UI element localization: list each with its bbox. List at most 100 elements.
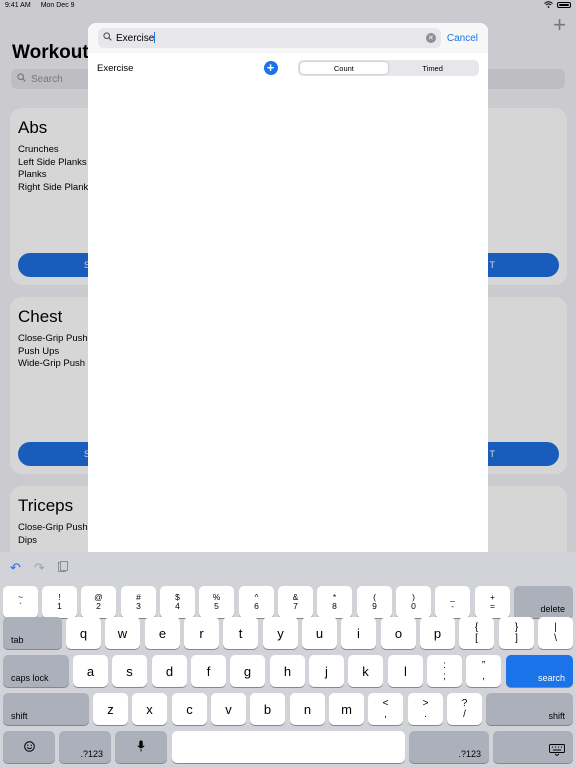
key[interactable]: v xyxy=(211,693,246,725)
key[interactable]: <, xyxy=(368,693,403,725)
key[interactable]: c xyxy=(172,693,207,725)
key-bottom: ` xyxy=(19,601,22,611)
key-bottom: 0 xyxy=(411,601,416,611)
key-bottom: 1 xyxy=(57,601,62,611)
software-keyboard: ↶ ↷ ~ ` ! 1 @2 #3 $4 % 5 ^ 6 & 7 * 8 (9 ) 0 _ - … xyxy=(0,552,576,768)
key[interactable]: ) 0 xyxy=(396,586,431,618)
key[interactable]: f xyxy=(191,655,226,687)
add-workout-button[interactable]: + xyxy=(553,12,566,38)
key[interactable]: {[ xyxy=(459,617,494,649)
key-bottom: 4 xyxy=(175,601,180,611)
key[interactable]: h xyxy=(270,655,305,687)
undo-icon[interactable]: ↶ xyxy=(10,560,21,576)
new-exercise-row: Exercise + Count Timed xyxy=(88,53,488,83)
dismiss-keyboard-key[interactable] xyxy=(493,731,573,763)
key-bottom: 3 xyxy=(136,601,141,611)
key[interactable]: i xyxy=(341,617,376,649)
type-segmented-control[interactable]: Count Timed xyxy=(297,60,479,76)
key[interactable]: e xyxy=(145,617,180,649)
emoji-key[interactable] xyxy=(3,731,55,763)
key[interactable]: >. xyxy=(408,693,443,725)
key-bottom: - xyxy=(451,601,454,611)
shift-right-key[interactable]: shift xyxy=(486,693,573,725)
key-bottom: \ xyxy=(554,633,557,644)
key[interactable]: y xyxy=(263,617,298,649)
numbers-key-right[interactable]: .?123 xyxy=(409,731,489,763)
key[interactable]: l xyxy=(388,655,423,687)
key[interactable]: ”, xyxy=(466,655,501,687)
key[interactable]: b xyxy=(250,693,285,725)
segment-count[interactable]: Count xyxy=(299,62,389,74)
key-bottom: 9 xyxy=(372,601,377,611)
cancel-button[interactable]: Cancel xyxy=(447,33,478,44)
key[interactable]: x xyxy=(132,693,167,725)
key[interactable]: j xyxy=(309,655,344,687)
key[interactable]: a xyxy=(73,655,108,687)
key[interactable]: :; xyxy=(427,655,462,687)
key[interactable]: n xyxy=(290,693,325,725)
delete-key[interactable]: delete xyxy=(514,586,573,618)
keyboard-row-bottom: .?123 .?123 xyxy=(0,731,576,763)
key[interactable]: }] xyxy=(499,617,534,649)
key-top: ” xyxy=(481,660,486,671)
clear-icon[interactable]: ✕ xyxy=(425,33,436,43)
dictation-key[interactable] xyxy=(115,731,167,763)
key[interactable]: t xyxy=(223,617,258,649)
key[interactable]: ~ ` xyxy=(3,586,38,618)
exercise-picker-sheet: Exercise ✕ Cancel Exercise + Count Timed xyxy=(88,23,488,563)
search-key[interactable]: search xyxy=(506,655,573,687)
key[interactable]: g xyxy=(230,655,265,687)
search-icon xyxy=(103,32,112,44)
key-top: { xyxy=(474,622,479,633)
key[interactable]: s xyxy=(112,655,147,687)
status-bar: 9:41 AM Mon Dec 9 xyxy=(0,0,576,10)
key[interactable]: p xyxy=(420,617,455,649)
shift-left-key[interactable]: shift xyxy=(3,693,89,725)
keyboard-toolbar: ↶ ↷ xyxy=(0,552,576,584)
key-bottom: 8 xyxy=(332,601,337,611)
paste-icon[interactable] xyxy=(57,560,68,576)
key[interactable]: r xyxy=(184,617,219,649)
wifi-icon xyxy=(544,0,553,10)
tab-key[interactable]: tab xyxy=(3,617,62,649)
key[interactable]: @2 xyxy=(81,586,116,618)
key[interactable]: _ - xyxy=(435,586,470,618)
key[interactable]: k xyxy=(348,655,383,687)
key-bottom: ; xyxy=(443,671,446,682)
key[interactable]: ^ 6 xyxy=(239,586,274,618)
key[interactable]: ! 1 xyxy=(42,586,77,618)
add-exercise-button[interactable]: + xyxy=(263,61,278,75)
page-title: Workouts xyxy=(12,42,100,63)
space-bar[interactable] xyxy=(172,731,405,763)
key[interactable]: m xyxy=(329,693,364,725)
caps-lock-key[interactable]: caps lock xyxy=(3,655,69,687)
key-bottom: 5 xyxy=(214,601,219,611)
microphone-icon xyxy=(137,740,145,755)
key-bottom: = xyxy=(490,601,495,611)
key[interactable]: & 7 xyxy=(278,586,313,618)
key[interactable]: o xyxy=(381,617,416,649)
exercise-search-input[interactable]: Exercise ✕ xyxy=(98,28,441,48)
key[interactable]: q xyxy=(66,617,101,649)
key[interactable]: * 8 xyxy=(317,586,352,618)
key[interactable]: u xyxy=(302,617,337,649)
segment-timed[interactable]: Timed xyxy=(388,62,477,74)
key[interactable]: ? / xyxy=(447,693,482,725)
keyboard-row-q: tab q w e r t y u i o p {[ }] | \ xyxy=(0,617,576,649)
key[interactable]: #3 xyxy=(121,586,156,618)
key-top: ? xyxy=(461,698,468,709)
key[interactable]: $4 xyxy=(160,586,195,618)
keyboard-row-numbers: ~ ` ! 1 @2 #3 $4 % 5 ^ 6 & 7 * 8 (9 ) 0 _ - + = d… xyxy=(0,586,576,618)
redo-icon[interactable]: ↷ xyxy=(34,560,45,576)
key[interactable]: d xyxy=(152,655,187,687)
key[interactable]: z xyxy=(93,693,128,725)
button-label-right: T xyxy=(489,260,496,270)
key-bottom: . xyxy=(424,709,427,720)
key[interactable]: % 5 xyxy=(199,586,234,618)
key[interactable]: + = xyxy=(475,586,510,618)
key[interactable]: (9 xyxy=(357,586,392,618)
search-icon xyxy=(17,73,26,85)
key[interactable]: w xyxy=(105,617,140,649)
key[interactable]: | \ xyxy=(538,617,573,649)
numbers-key-left[interactable]: .?123 xyxy=(59,731,111,763)
